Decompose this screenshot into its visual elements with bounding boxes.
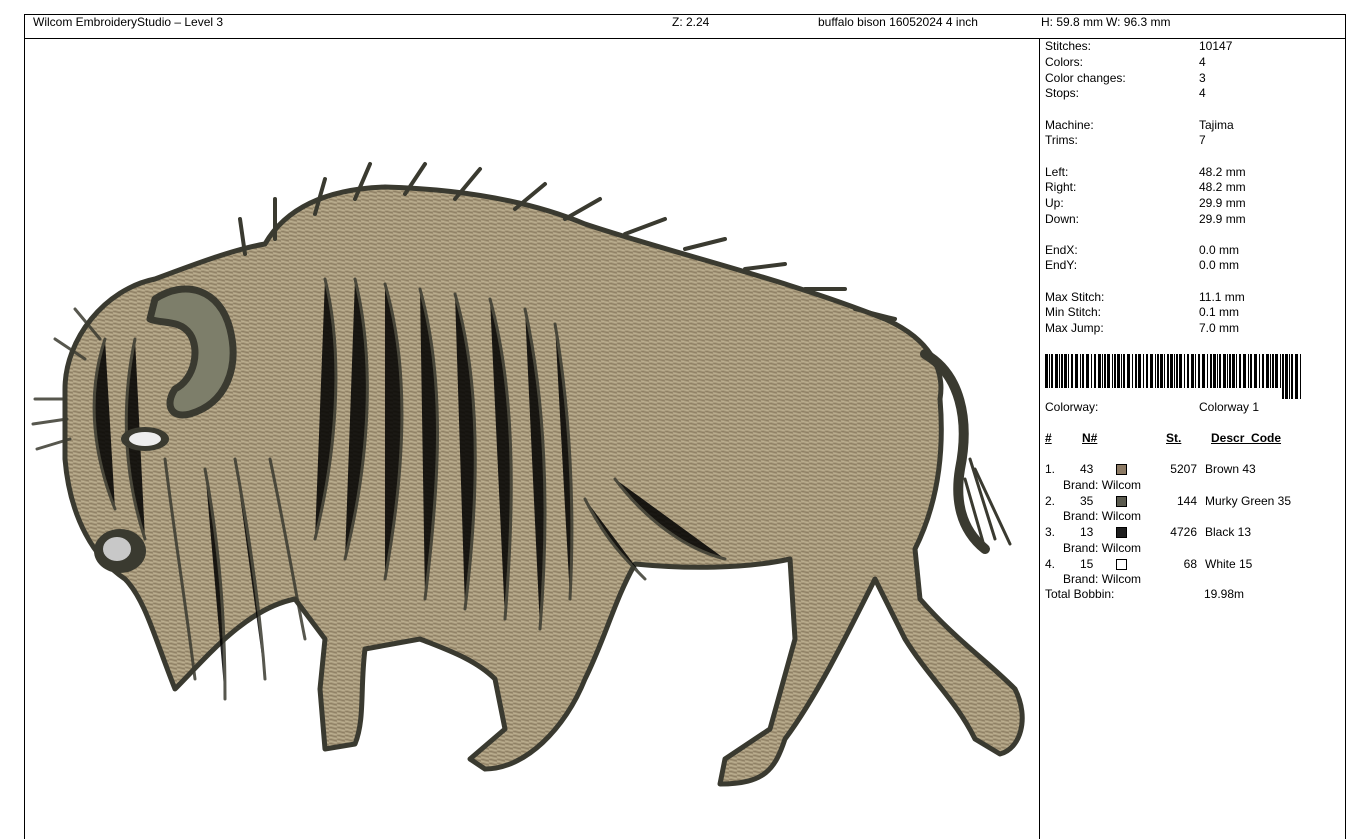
col-header-num: #: [1045, 431, 1052, 445]
col-header-descr: Descr_Code: [1211, 431, 1282, 445]
stat-label: Color changes:: [1045, 71, 1126, 85]
stat-row: Colors: 4: [1045, 55, 1206, 70]
stat-value: 29.9 mm: [1199, 196, 1246, 210]
thread-brand: Brand: Wilcom: [1063, 540, 1142, 555]
stat-row: Max Stitch: 11.1 mm: [1045, 290, 1245, 305]
stat-row: EndY: 0.0 mm: [1045, 258, 1239, 273]
stat-value: 48.2 mm: [1199, 165, 1246, 179]
stat-row: Color changes: 3: [1045, 71, 1206, 86]
stat-label: EndY:: [1045, 258, 1078, 272]
thread-brand: Brand: Wilcom: [1063, 477, 1142, 492]
col-header-st: St.: [1166, 431, 1182, 445]
header-bar: Wilcom EmbroideryStudio – Level 3 Z: 2.2…: [24, 14, 1346, 39]
stat-row: Right: 48.2 mm: [1045, 180, 1246, 195]
colorway-value: Colorway 1: [1199, 400, 1260, 414]
stat-row: Max Jump: 7.0 mm: [1045, 321, 1239, 336]
design-info-panel: Stitches: 10147 Colors: 4 Color changes: 3 Sto…: [1041, 39, 1346, 839]
stat-value: 0.1 mm: [1199, 305, 1240, 319]
total-bobbin-row: Total Bobbin: 19.98m: [1045, 587, 1244, 602]
thread-stitches: 68: [1183, 556, 1197, 571]
bison-embroidery-image: [31, 162, 1025, 787]
stat-label: Colors:: [1045, 55, 1084, 69]
stat-label: Trims:: [1045, 133, 1078, 147]
stat-row: Trims: 7: [1045, 133, 1206, 148]
stat-label: Max Stitch:: [1045, 290, 1105, 304]
stat-label: Left:: [1045, 165, 1069, 179]
stat-label: Down:: [1045, 212, 1080, 226]
colorway-label: Colorway:: [1045, 400, 1099, 414]
stat-label: Min Stitch:: [1045, 305, 1102, 319]
stat-row: Down: 29.9 mm: [1045, 212, 1246, 227]
design-name: buffalo bison 16052024 4 inch: [818, 15, 978, 29]
stat-value: 7: [1199, 133, 1206, 147]
app-title: Wilcom EmbroideryStudio – Level 3: [33, 15, 224, 29]
stat-value: 4: [1199, 55, 1206, 69]
design-canvas[interactable]: [25, 39, 1040, 839]
stat-row: Stops: 4: [1045, 86, 1206, 101]
stat-row: Machine: Tajima: [1045, 118, 1234, 133]
thread-description: Brown 43: [1205, 462, 1256, 476]
stat-row: Stitches: 10147: [1045, 39, 1232, 54]
stat-value: 0.0 mm: [1199, 258, 1240, 272]
stat-label: Max Jump:: [1045, 321, 1104, 335]
col-header-n: N#: [1082, 431, 1098, 445]
thread-description: Black 13: [1205, 525, 1252, 539]
stat-row: Min Stitch: 0.1 mm: [1045, 305, 1239, 320]
colorway-row: Colorway: Colorway 1: [1045, 400, 1259, 415]
stat-value: 29.9 mm: [1199, 212, 1246, 226]
stat-row: Left: 48.2 mm: [1045, 165, 1246, 180]
stat-value: 11.1 mm: [1199, 290, 1245, 304]
stat-label: Machine:: [1045, 118, 1094, 132]
thread-brand: Brand: Wilcom: [1063, 572, 1142, 586]
thread-stitches: 4726: [1170, 525, 1197, 539]
stat-label: Stitches:: [1045, 39, 1092, 53]
stat-label: EndX:: [1045, 243, 1078, 257]
design-width: W: 96.3 mm: [1106, 15, 1171, 29]
stat-value: 10147: [1199, 39, 1233, 53]
stat-row: Up: 29.9 mm: [1045, 196, 1246, 211]
stat-value: 3: [1199, 71, 1206, 85]
stat-value: 7.0 mm: [1199, 321, 1240, 335]
stat-label: Up:: [1045, 196, 1064, 210]
thread-stitches: 5207: [1170, 462, 1197, 476]
zoom-level: Z: 2.24: [672, 15, 710, 29]
stat-value: 4: [1199, 86, 1206, 100]
thread-brand: Brand: Wilcom: [1063, 509, 1142, 523]
stat-row: EndX: 0.0 mm: [1045, 243, 1239, 258]
design-height: H: 59.8 mm: [1041, 15, 1104, 29]
thread-description: White 15: [1205, 556, 1253, 571]
stat-label: Right:: [1045, 180, 1077, 194]
total-bobbin-value: 19.98m: [1204, 587, 1245, 601]
thread-description: Murky Green 35: [1205, 493, 1292, 508]
stat-value: 0.0 mm: [1199, 243, 1240, 257]
total-bobbin-label: Total Bobbin:: [1045, 587, 1115, 601]
stat-label: Stops:: [1045, 86, 1080, 100]
stat-value: 48.2 mm: [1199, 180, 1246, 194]
thread-stitches: 144: [1176, 493, 1197, 508]
stat-value: Tajima: [1199, 118, 1234, 132]
barcode-image: [1045, 354, 1301, 399]
